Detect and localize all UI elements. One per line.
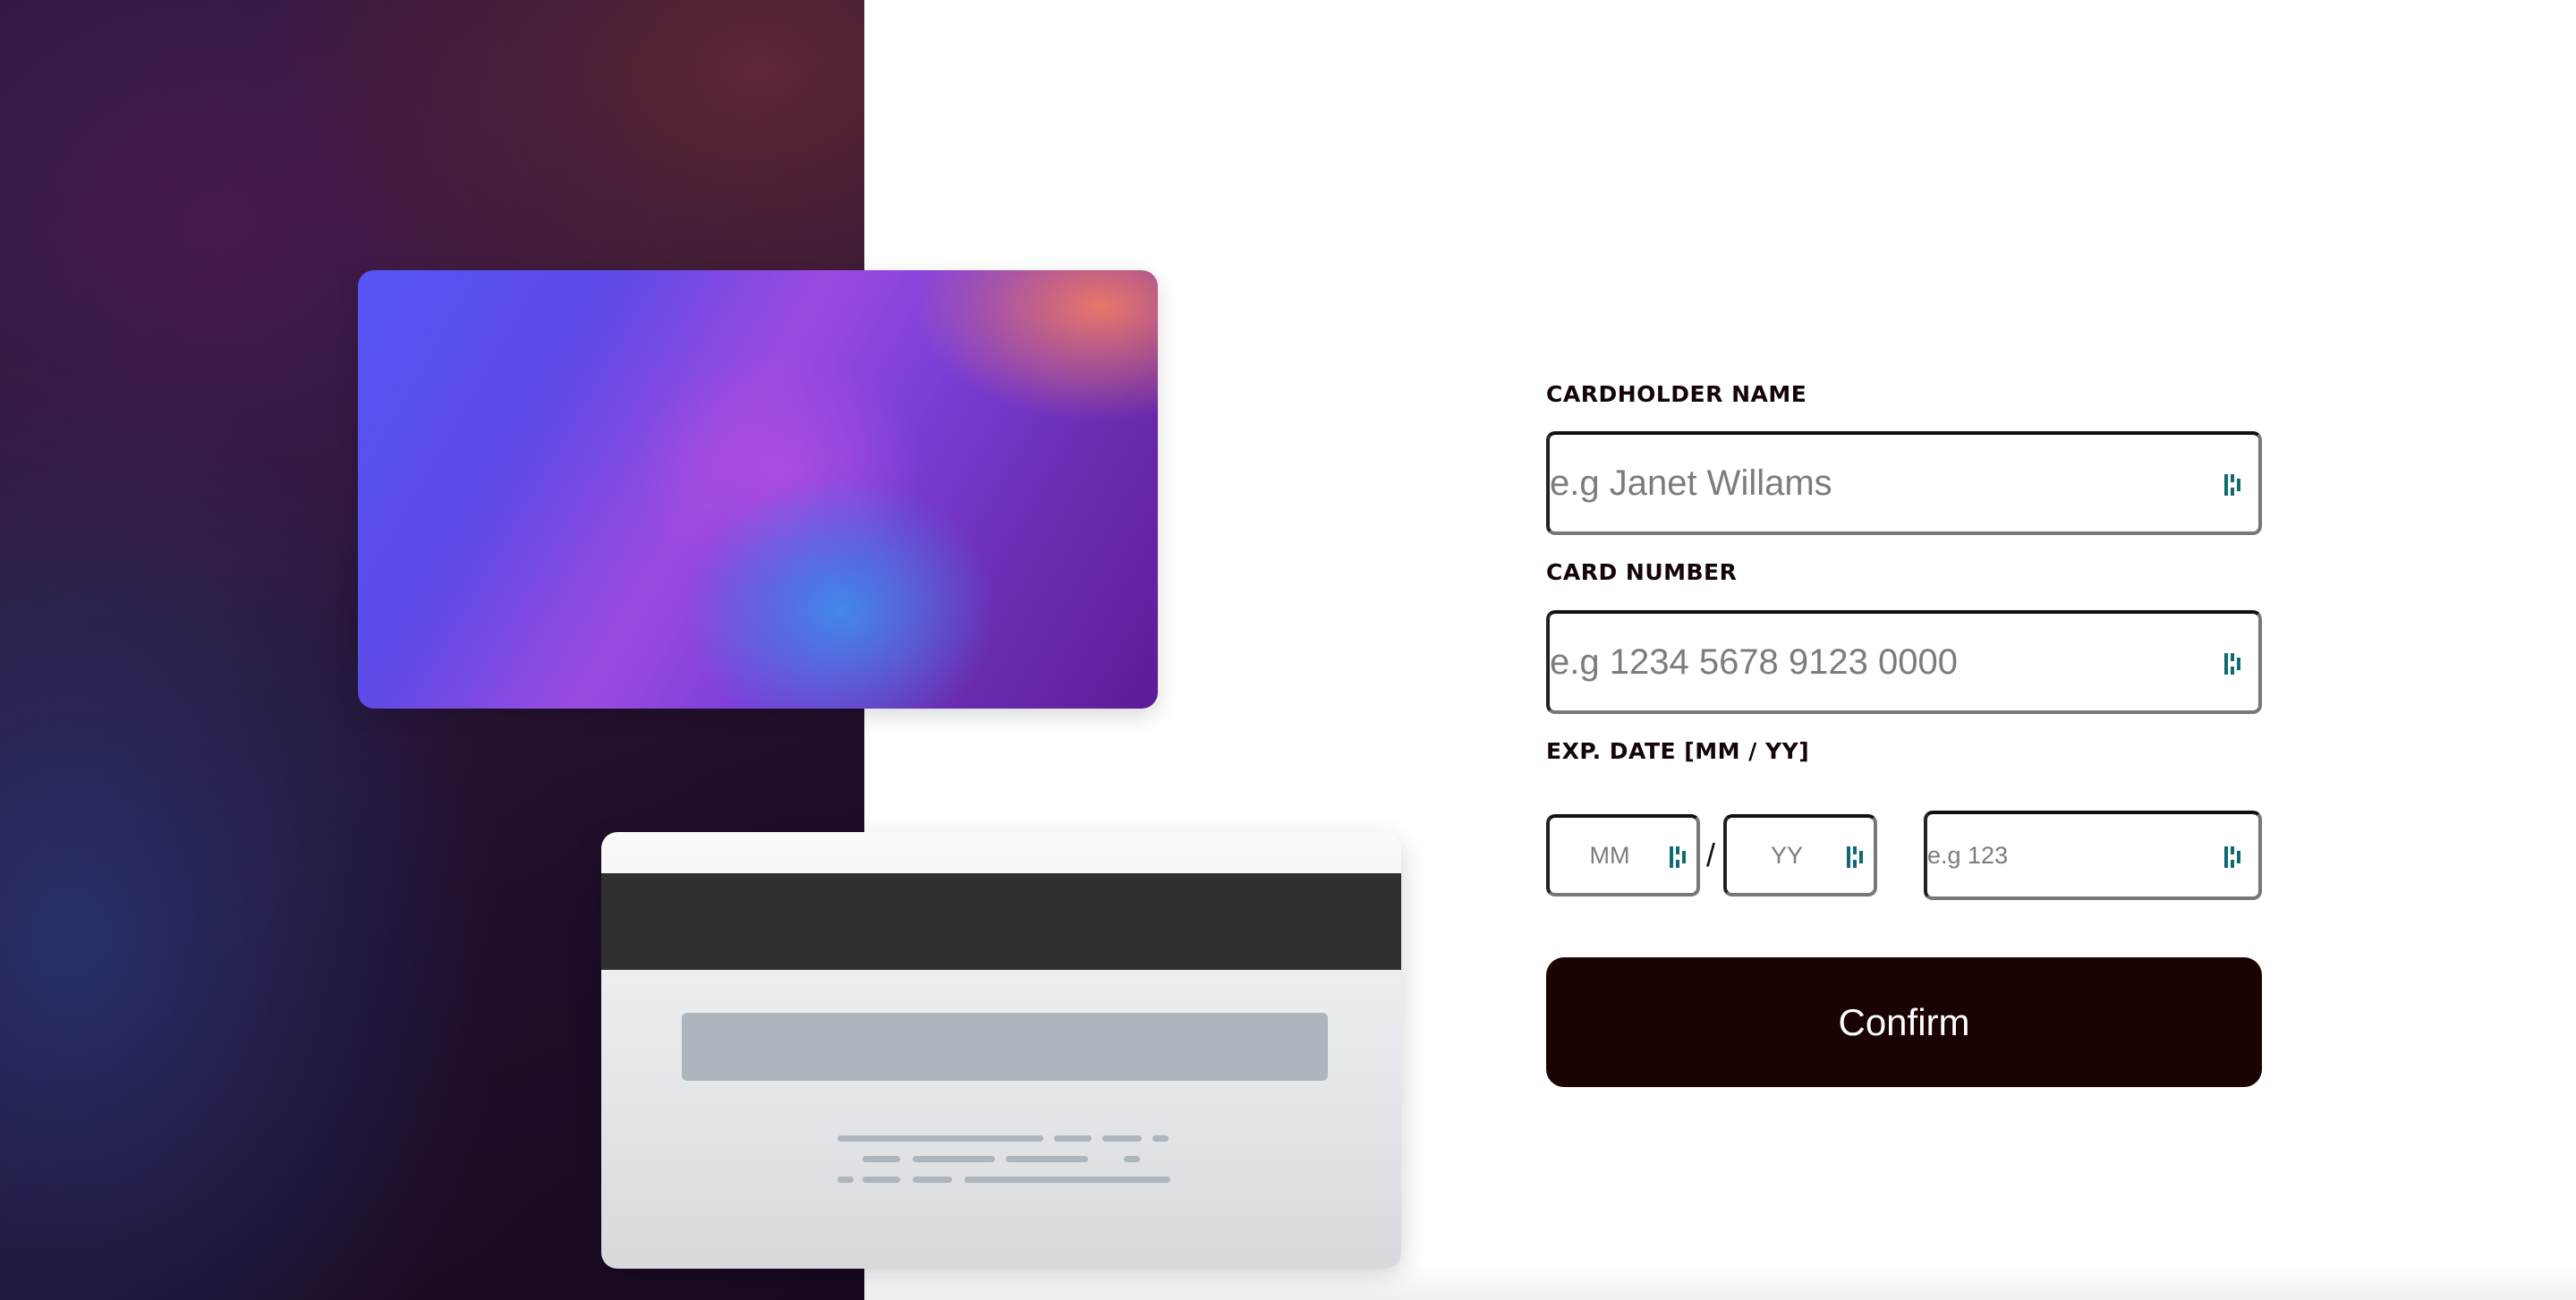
cardholder-name-field-box[interactable]	[1546, 431, 2262, 535]
card-number-label: CARD NUMBER	[1546, 559, 1738, 585]
password-manager-icon[interactable]	[2223, 650, 2246, 677]
signature-strip	[682, 1013, 1328, 1081]
confirm-button[interactable]: Confirm	[1546, 957, 2262, 1087]
exp-year-field-box[interactable]	[1723, 814, 1877, 896]
cardholder-name-label: CARDHOLDER NAME	[1546, 381, 1807, 407]
card-front-illustration	[358, 270, 1158, 709]
bottom-edge-shadow	[864, 1264, 2576, 1300]
exp-date-label: EXP. DATE [MM / YY]	[1546, 738, 1810, 764]
password-manager-icon[interactable]	[1668, 844, 1691, 871]
password-manager-icon[interactable]	[1845, 844, 1868, 871]
card-number-input[interactable]	[1550, 614, 2258, 710]
cardholder-name-input[interactable]	[1550, 435, 2258, 531]
password-manager-icon[interactable]	[2223, 472, 2246, 498]
exp-month-field-box[interactable]	[1546, 814, 1700, 896]
page: CARDHOLDER NAME CARD NUMBER EXP. DATE [M…	[0, 0, 2576, 1300]
password-manager-icon[interactable]	[2223, 844, 2246, 871]
magnetic-stripe	[601, 873, 1401, 970]
card-back-illustration	[601, 832, 1401, 1269]
date-separator: /	[1706, 837, 1716, 873]
cvc-field-box[interactable]	[1924, 811, 2262, 900]
card-number-field-box[interactable]	[1546, 610, 2262, 714]
cvc-input[interactable]	[1927, 814, 2258, 896]
